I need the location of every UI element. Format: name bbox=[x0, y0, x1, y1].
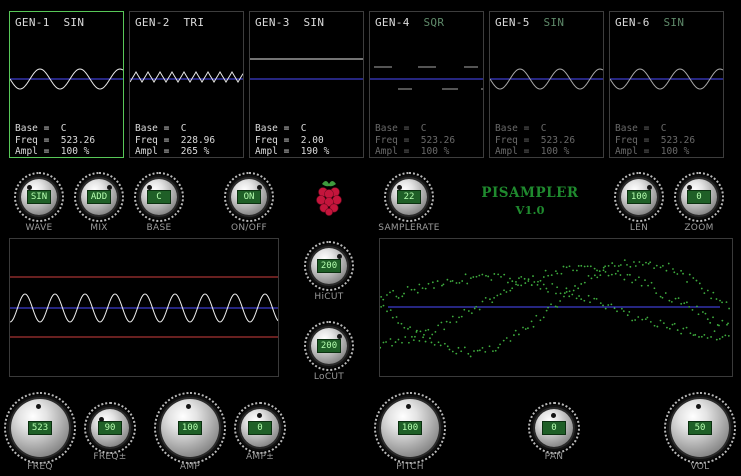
locut-knob[interactable]: 200 bbox=[304, 321, 354, 371]
mix-knob[interactable]: ADD bbox=[74, 172, 124, 222]
samplerate-label: SAMPLERATE bbox=[378, 223, 440, 233]
onoff-value: ON bbox=[237, 190, 261, 204]
len-value: 100 bbox=[627, 190, 651, 204]
app-title: PISAMPLER V1.0 bbox=[481, 185, 579, 217]
amp-fine-knob[interactable]: 0 bbox=[234, 402, 286, 454]
output-waveform bbox=[9, 276, 279, 338]
base-value: C bbox=[147, 190, 171, 204]
output-waveform-scope bbox=[9, 238, 279, 377]
hicut-label: HiCUT bbox=[314, 292, 344, 302]
generator-panel-1[interactable]: GEN-1 SIN Base = C Freq = 523.26 Ampl = … bbox=[9, 11, 124, 158]
onoff-label: ON/OFF bbox=[230, 223, 268, 233]
mix-value: ADD bbox=[87, 190, 111, 204]
generator-params: Base = C Freq = 523.26 Ampl = 100 % bbox=[375, 123, 456, 157]
generator-title: GEN-5 SIN bbox=[495, 16, 565, 29]
generator-3-waveform bbox=[250, 58, 363, 80]
locut-value: 200 bbox=[317, 339, 341, 353]
hicut-value: 200 bbox=[317, 259, 341, 273]
hicut-knob[interactable]: 200 bbox=[304, 241, 354, 291]
generator-panel-2[interactable]: GEN-2 TRI Base = C Freq = 228.96 Ampl = … bbox=[129, 11, 244, 158]
pitch-value: 100 bbox=[398, 421, 422, 435]
amp-fine-value: 0 bbox=[248, 421, 272, 435]
generator-title: GEN-6 SIN bbox=[615, 16, 685, 29]
amp-label: AMP bbox=[179, 462, 201, 472]
locut-label: LoCUT bbox=[313, 372, 345, 382]
wave-knob[interactable]: SIN bbox=[14, 172, 64, 222]
generator-params: Base = C Freq = 523.26 Ampl = 100 % bbox=[495, 123, 576, 157]
generator-params: Base = C Freq = 228.96 Ampl = 265 % bbox=[135, 123, 216, 157]
pitch-label: PITCH bbox=[396, 462, 424, 472]
generator-title: GEN-4 SQR bbox=[375, 16, 445, 29]
onoff-knob[interactable]: ON bbox=[224, 172, 274, 222]
wave-value: SIN bbox=[27, 190, 51, 204]
sample-scatter-plot bbox=[379, 259, 731, 358]
generator-title: GEN-1 SIN bbox=[15, 16, 85, 29]
generator-5-waveform bbox=[490, 68, 603, 90]
freq-fine-label: FREQ± bbox=[93, 452, 127, 462]
generator-params: Base = C Freq = 2.00 Ampl = 190 % bbox=[255, 123, 330, 157]
freq-fine-knob[interactable]: 90 bbox=[84, 402, 136, 454]
freq-label: FREQ bbox=[27, 462, 53, 472]
generator-title: GEN-2 TRI bbox=[135, 16, 205, 29]
generator-6-waveform bbox=[610, 68, 723, 90]
pan-label: PAN bbox=[544, 452, 564, 462]
pan-knob[interactable]: 0 bbox=[528, 402, 580, 454]
amp-value: 100 bbox=[178, 421, 202, 435]
zoom-knob[interactable]: 0 bbox=[674, 172, 724, 222]
generator-title: GEN-3 SIN bbox=[255, 16, 325, 29]
amp-knob[interactable]: 100 bbox=[154, 392, 226, 464]
generator-params: Base = C Freq = 523.26 Ampl = 100 % bbox=[615, 123, 696, 157]
raspberry-pi-icon bbox=[316, 181, 342, 216]
len-knob[interactable]: 100 bbox=[614, 172, 664, 222]
generator-params: Base = C Freq = 523.26 Ampl = 100 % bbox=[15, 123, 96, 157]
base-label: BASE bbox=[146, 223, 172, 233]
freq-knob[interactable]: 523 bbox=[4, 392, 76, 464]
vol-label: VOL bbox=[690, 462, 710, 472]
amp-fine-label: AMP± bbox=[245, 452, 275, 462]
generator-panel-3[interactable]: GEN-3 SIN Base = C Freq = 2.00 Ampl = 19… bbox=[249, 11, 364, 158]
base-knob[interactable]: C bbox=[134, 172, 184, 222]
sample-scatter-scope bbox=[379, 238, 733, 377]
generator-panel-5[interactable]: GEN-5 SIN Base = C Freq = 523.26 Ampl = … bbox=[489, 11, 604, 158]
generator-panel-6[interactable]: GEN-6 SIN Base = C Freq = 523.26 Ampl = … bbox=[609, 11, 724, 158]
generator-2-waveform bbox=[130, 71, 243, 83]
samplerate-value: 22 bbox=[397, 190, 421, 204]
generator-1-waveform bbox=[10, 68, 123, 90]
pan-value: 0 bbox=[542, 421, 566, 435]
vol-value: 50 bbox=[688, 421, 712, 435]
generator-panel-4[interactable]: GEN-4 SQR Base = C Freq = 523.26 Ampl = … bbox=[369, 11, 484, 158]
zoom-label: ZOOM bbox=[684, 223, 714, 233]
vol-knob[interactable]: 50 bbox=[664, 392, 736, 464]
pitch-knob[interactable]: 100 bbox=[374, 392, 446, 464]
freq-fine-value: 90 bbox=[98, 421, 122, 435]
freq-value: 523 bbox=[28, 421, 52, 435]
zoom-value: 0 bbox=[687, 190, 711, 204]
samplerate-knob[interactable]: 22 bbox=[384, 172, 434, 222]
generator-4-waveform bbox=[370, 66, 483, 90]
